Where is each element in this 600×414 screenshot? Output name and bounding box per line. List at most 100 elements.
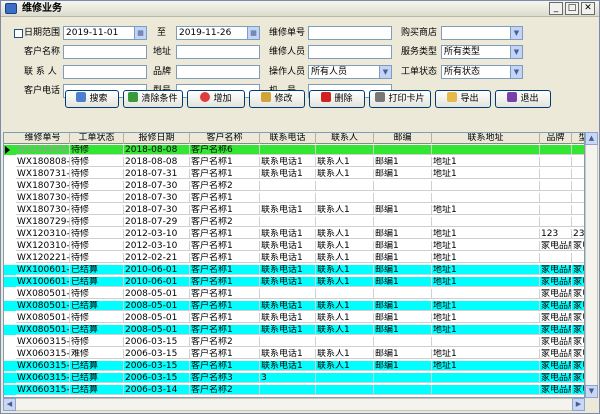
cell-order-no[interactable]: WX180808-00002 xyxy=(16,145,70,155)
table-row[interactable]: WX180808-00002待修2018-08-08客户名称6 xyxy=(4,145,584,155)
cell-address[interactable] xyxy=(432,373,540,383)
cell-model[interactable]: 家电 xyxy=(572,241,584,251)
cell-address[interactable] xyxy=(432,337,540,347)
cell-status[interactable]: 待修 xyxy=(70,313,124,323)
cell-address[interactable]: 地址1 xyxy=(432,253,540,263)
cell-zip[interactable]: 邮编1 xyxy=(374,361,432,371)
brand-input[interactable] xyxy=(176,65,260,79)
cell-phone[interactable] xyxy=(260,181,316,191)
cell-model[interactable]: 家电 xyxy=(572,301,584,311)
chevron-down-icon[interactable]: ▼ xyxy=(510,66,522,78)
cell-brand[interactable]: 家电品牌2 xyxy=(540,241,572,251)
header-col-model[interactable]: 型号 xyxy=(572,133,584,144)
cell-address[interactable]: 地址1 xyxy=(432,301,540,311)
cell-contact[interactable]: 联系人1 xyxy=(316,361,374,371)
cell-customer[interactable]: 客户名称2 xyxy=(190,337,260,347)
cell-phone[interactable]: 联系电话1 xyxy=(260,313,316,323)
cell-order-no[interactable]: WX080501-00002 xyxy=(16,313,70,323)
cell-address[interactable] xyxy=(432,289,540,299)
cell-phone[interactable]: 联系电话1 xyxy=(260,301,316,311)
chevron-down-icon[interactable]: ▼ xyxy=(510,46,522,58)
cell-customer[interactable]: 客户名称1 xyxy=(190,361,260,371)
cell-status[interactable]: 已结算 xyxy=(70,325,124,335)
cell-phone[interactable]: 联系电话1 xyxy=(260,205,316,215)
cell-address[interactable]: 地址1 xyxy=(432,349,540,359)
cell-status[interactable]: 待修 xyxy=(70,205,124,215)
cell-phone[interactable] xyxy=(260,385,316,395)
cell-order-no[interactable]: WX060315-00005 xyxy=(16,361,70,371)
cell-date[interactable]: 2018-07-31 xyxy=(124,169,190,179)
export-button[interactable]: 导出 xyxy=(435,90,491,108)
cell-status[interactable]: 待修 xyxy=(70,253,124,263)
cell-phone[interactable]: 联系电话1 xyxy=(260,241,316,251)
table-row[interactable]: WX180731-00001待修2018-07-31客户名称1联系电话1联系人1… xyxy=(4,169,584,179)
order-no-input[interactable] xyxy=(308,26,392,40)
cell-customer[interactable]: 客户名称1 xyxy=(190,193,260,203)
cell-contact[interactable]: 联系人1 xyxy=(316,325,374,335)
print-card-button[interactable]: 打印卡片 xyxy=(369,90,431,108)
cell-customer[interactable]: 客户名称2 xyxy=(190,385,260,395)
calendar-icon[interactable]: ▦ xyxy=(134,27,146,39)
cell-status[interactable]: 待修 xyxy=(70,169,124,179)
cell-status[interactable]: 已结算 xyxy=(70,385,124,395)
cell-zip[interactable] xyxy=(374,145,432,155)
cell-status[interactable]: 已结算 xyxy=(70,277,124,287)
cell-phone[interactable]: 联系电话1 xyxy=(260,253,316,263)
chevron-down-icon[interactable]: ▼ xyxy=(510,27,522,39)
cell-address[interactable]: 地址1 xyxy=(432,229,540,239)
cell-address[interactable]: 地址1 xyxy=(432,241,540,251)
cell-brand[interactable] xyxy=(540,145,572,155)
cell-model[interactable]: 家电 xyxy=(572,325,584,335)
cell-customer[interactable]: 客户名称1 xyxy=(190,169,260,179)
cell-model[interactable]: 家电 xyxy=(572,385,584,395)
cell-customer[interactable]: 客户名称1 xyxy=(190,229,260,239)
cell-order-no[interactable]: WX100601-00002 xyxy=(16,265,70,275)
cell-contact[interactable] xyxy=(316,289,374,299)
table-row[interactable]: WX060315-00005已结算2006-03-15客户名称1联系电话1联系人… xyxy=(4,361,584,371)
table-row[interactable]: WX120221-00001待修2012-02-21客户名称1联系电话1联系人1… xyxy=(4,253,584,263)
cell-zip[interactable] xyxy=(374,193,432,203)
store-select[interactable]: ▼ xyxy=(441,26,523,40)
table-row[interactable]: WX060315-00006难修2006-03-15客户名称1联系电话1联系人1… xyxy=(4,349,584,359)
header-col-date[interactable]: 报修日期 xyxy=(124,133,190,144)
date-from-field[interactable]: 2019-11-01 ▦ xyxy=(63,26,147,40)
table-row[interactable]: WX180730-00001待修2018-07-30客户名称1联系电话1联系人1… xyxy=(4,205,584,215)
cell-date[interactable]: 2010-06-01 xyxy=(124,265,190,275)
scroll-left-icon[interactable]: ◀ xyxy=(3,398,16,411)
cell-zip[interactable]: 邮编1 xyxy=(374,229,432,239)
cell-status[interactable]: 待修 xyxy=(70,181,124,191)
cell-contact[interactable] xyxy=(316,373,374,383)
table-row[interactable]: WX180730-00002待修2018-07-30客户名称1 xyxy=(4,193,584,203)
table-row[interactable]: WX060315-00007待修2006-03-15客户名称2 家电品牌2家电 xyxy=(4,337,584,347)
cell-phone[interactable]: 联系电话1 xyxy=(260,229,316,239)
close-button[interactable]: ✕ xyxy=(581,2,595,15)
cell-order-no[interactable]: WX120310-00001 xyxy=(16,241,70,251)
repairer-input[interactable] xyxy=(308,45,392,59)
cell-date[interactable]: 2012-03-10 xyxy=(124,241,190,251)
cell-customer[interactable]: 客户名称1 xyxy=(190,325,260,335)
cell-address[interactable]: 地址1 xyxy=(432,265,540,275)
cell-contact[interactable] xyxy=(316,193,374,203)
cell-brand[interactable]: 家电品牌2 xyxy=(540,385,572,395)
cell-zip[interactable]: 邮编1 xyxy=(374,205,432,215)
cell-zip[interactable] xyxy=(374,337,432,347)
cell-customer[interactable]: 客户名称1 xyxy=(190,157,260,167)
cell-address[interactable]: 地址1 xyxy=(432,205,540,215)
cell-model[interactable] xyxy=(572,169,584,179)
header-col-brand[interactable]: 品牌 xyxy=(540,133,572,144)
maximize-button[interactable]: □ xyxy=(565,2,579,15)
cell-customer[interactable]: 客户名称3 xyxy=(190,373,260,383)
table-row[interactable]: WX080501-00004待修2008-05-01客户名称1 家电品牌1家电 xyxy=(4,289,584,299)
scroll-up-icon[interactable]: ▲ xyxy=(585,132,598,145)
contact-input[interactable] xyxy=(63,65,147,79)
cell-brand[interactable] xyxy=(540,217,572,227)
cell-brand[interactable] xyxy=(540,193,572,203)
header-col-contact[interactable]: 联系人 xyxy=(316,133,374,144)
clear-conditions-button[interactable]: 清除条件 xyxy=(123,90,183,108)
cell-status[interactable]: 已结算 xyxy=(70,265,124,275)
cell-order-no[interactable]: WX100601-00001 xyxy=(16,277,70,287)
add-button[interactable]: 增加 xyxy=(187,90,245,108)
cell-phone[interactable]: 联系电话1 xyxy=(260,349,316,359)
cell-brand[interactable]: 家电品牌1 xyxy=(540,301,572,311)
cell-brand[interactable]: 家电品牌2 xyxy=(540,337,572,347)
